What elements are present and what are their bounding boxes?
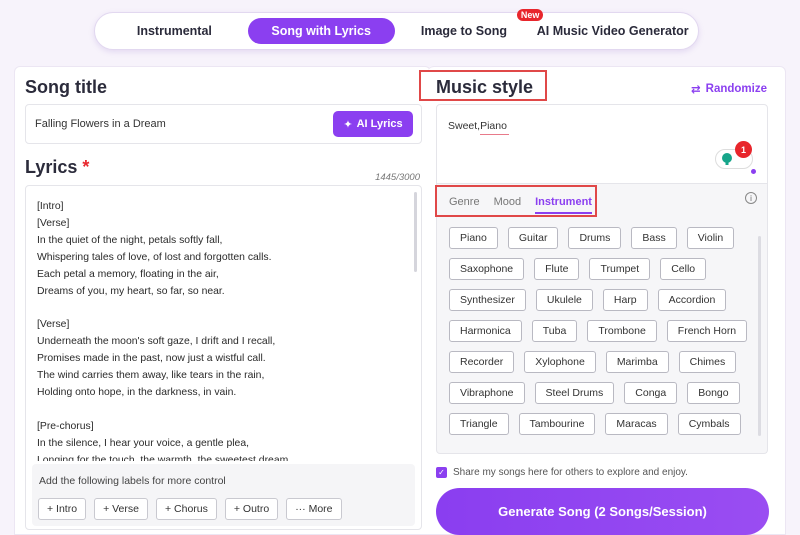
instrument-chip[interactable]: Chimes <box>678 351 737 373</box>
more-labels-button[interactable]: ··· More <box>286 498 342 520</box>
instrument-row: Piano Guitar Drums Bass Violin <box>449 227 749 249</box>
randomize-button[interactable]: ⇄ Randomize <box>691 82 767 96</box>
instrument-chip[interactable]: Harmonica <box>449 320 522 342</box>
instrument-chip[interactable]: Piano <box>449 227 498 249</box>
instrument-chip[interactable]: Cymbals <box>677 413 741 435</box>
add-intro-button[interactable]: + Intro <box>38 498 87 520</box>
required-mark: * <box>82 157 90 177</box>
instrument-chip[interactable]: Maracas <box>605 413 668 435</box>
instrument-chip[interactable]: French Horn <box>666 320 748 342</box>
music-style-value: Sweet,Piano <box>448 120 507 132</box>
shuffle-icon: ⇄ <box>691 84 701 96</box>
subtabs-highlight <box>435 185 597 217</box>
instrument-row: Synthesizer Ukulele Harp Accordion <box>449 289 749 311</box>
lyrics-heading-text: Lyrics <box>25 157 78 177</box>
instrument-chip[interactable]: Xylophone <box>524 351 596 373</box>
instrument-row: Vibraphone Steel Drums Conga Bongo <box>449 382 749 404</box>
instrument-row: Triangle Tambourine Maracas Cymbals <box>449 413 749 435</box>
song-title-input[interactable]: Falling Flowers in a Dream ✦ AI Lyrics <box>25 104 422 144</box>
instrument-chip[interactable]: Steel Drums <box>534 382 615 404</box>
song-title-heading: Song title <box>25 77 107 97</box>
add-verse-button[interactable]: + Verse <box>94 498 148 520</box>
tab-image-to-song-label: Image to Song <box>420 24 507 38</box>
lyrics-scrollbar[interactable] <box>414 192 417 272</box>
style-picker: Genre Mood Instrument i Piano Guitar Drums… <box>436 184 768 454</box>
instrument-chip[interactable]: Accordion <box>657 289 727 311</box>
lyrics-text: [Intro] [Verse] In the quiet of the nigh… <box>37 201 289 461</box>
instrument-row: Recorder Xylophone Marimba Chimes <box>449 351 749 373</box>
instrument-chip[interactable]: Tuba <box>531 320 578 342</box>
spell-underline <box>480 134 509 135</box>
mode-tab-bar: Instrumental Song with Lyrics Image to S… <box>94 9 699 50</box>
instrument-row: Saxophone Flute Trumpet Cello <box>449 258 749 280</box>
tab-song-with-lyrics[interactable]: Song with Lyrics <box>247 18 395 44</box>
labels-hint: Add the following labels for more contro… <box>39 475 226 487</box>
instrument-chip[interactable]: Violin <box>686 227 735 249</box>
labels-toolbar: Add the following labels for more contro… <box>32 464 415 526</box>
ai-lyrics-label: AI Lyrics <box>356 118 403 130</box>
music-style-input[interactable]: Sweet,Piano 1 <box>436 104 768 184</box>
instrument-chip[interactable]: Drums <box>568 227 622 249</box>
lyrics-heading: Lyrics * <box>25 157 89 178</box>
info-icon[interactable]: i <box>745 192 757 204</box>
sparkle-icon: ✦ <box>343 118 353 131</box>
instrument-chips: Piano Guitar Drums Bass Violin Saxophone Flute… <box>449 227 749 444</box>
share-checkbox[interactable]: ✓ <box>436 467 447 478</box>
instrument-chip[interactable]: Tambourine <box>518 413 596 435</box>
instrument-row: Harmonica Tuba Trombone French Horn <box>449 320 749 342</box>
song-title-value: Falling Flowers in a Dream <box>35 118 166 130</box>
instrument-chip[interactable]: Flute <box>534 258 580 280</box>
instrument-chip[interactable]: Ukulele <box>535 289 593 311</box>
music-style-panel: Music style ⇄ Randomize Sweet,Piano 1 Ge… <box>419 66 786 535</box>
instrument-scrollbar[interactable] <box>758 236 761 436</box>
lyrics-panel: Song title Falling Flowers in a Dream ✦ … <box>14 66 431 535</box>
tab-instrumental[interactable]: Instrumental <box>101 18 248 44</box>
randomize-label: Randomize <box>705 83 767 95</box>
instrument-chip[interactable]: Trombone <box>587 320 657 342</box>
instrument-chip[interactable]: Triangle <box>449 413 509 435</box>
tab-ai-music-video[interactable]: AI Music Video Generator <box>533 18 692 44</box>
instrument-chip[interactable]: Marimba <box>605 351 669 373</box>
instrument-chip[interactable]: Cello <box>660 258 707 280</box>
grammar-count-badge: 1 <box>735 141 752 158</box>
add-chorus-button[interactable]: + Chorus <box>155 498 217 520</box>
instrument-chip[interactable]: Trumpet <box>589 258 651 280</box>
status-dot <box>751 169 756 174</box>
instrument-chip[interactable]: Vibraphone <box>449 382 525 404</box>
instrument-chip[interactable]: Conga <box>624 382 678 404</box>
music-style-heading: Music style <box>436 77 534 97</box>
ai-lyrics-button[interactable]: ✦ AI Lyrics <box>333 111 413 137</box>
lyrics-textarea[interactable]: [Intro] [Verse] In the quiet of the nigh… <box>25 185 422 530</box>
share-option[interactable]: ✓ Share my songs here for others to expl… <box>436 467 688 478</box>
instrument-chip[interactable]: Guitar <box>507 227 559 249</box>
instrument-chip[interactable]: Saxophone <box>449 258 525 280</box>
share-text: Share my songs here for others to explor… <box>453 467 688 478</box>
character-counter: 1445/3000 <box>375 172 420 183</box>
instrument-chip[interactable]: Bongo <box>687 382 740 404</box>
instrument-chip[interactable]: Synthesizer <box>449 289 526 311</box>
generate-song-button[interactable]: Generate Song (2 Songs/Session) <box>436 488 769 535</box>
add-outro-button[interactable]: + Outro <box>224 498 279 520</box>
instrument-chip[interactable]: Harp <box>602 289 648 311</box>
instrument-chip[interactable]: Bass <box>631 227 677 249</box>
tab-image-to-song[interactable]: Image to Song New <box>395 9 544 44</box>
instrument-chip[interactable]: Recorder <box>449 351 515 373</box>
